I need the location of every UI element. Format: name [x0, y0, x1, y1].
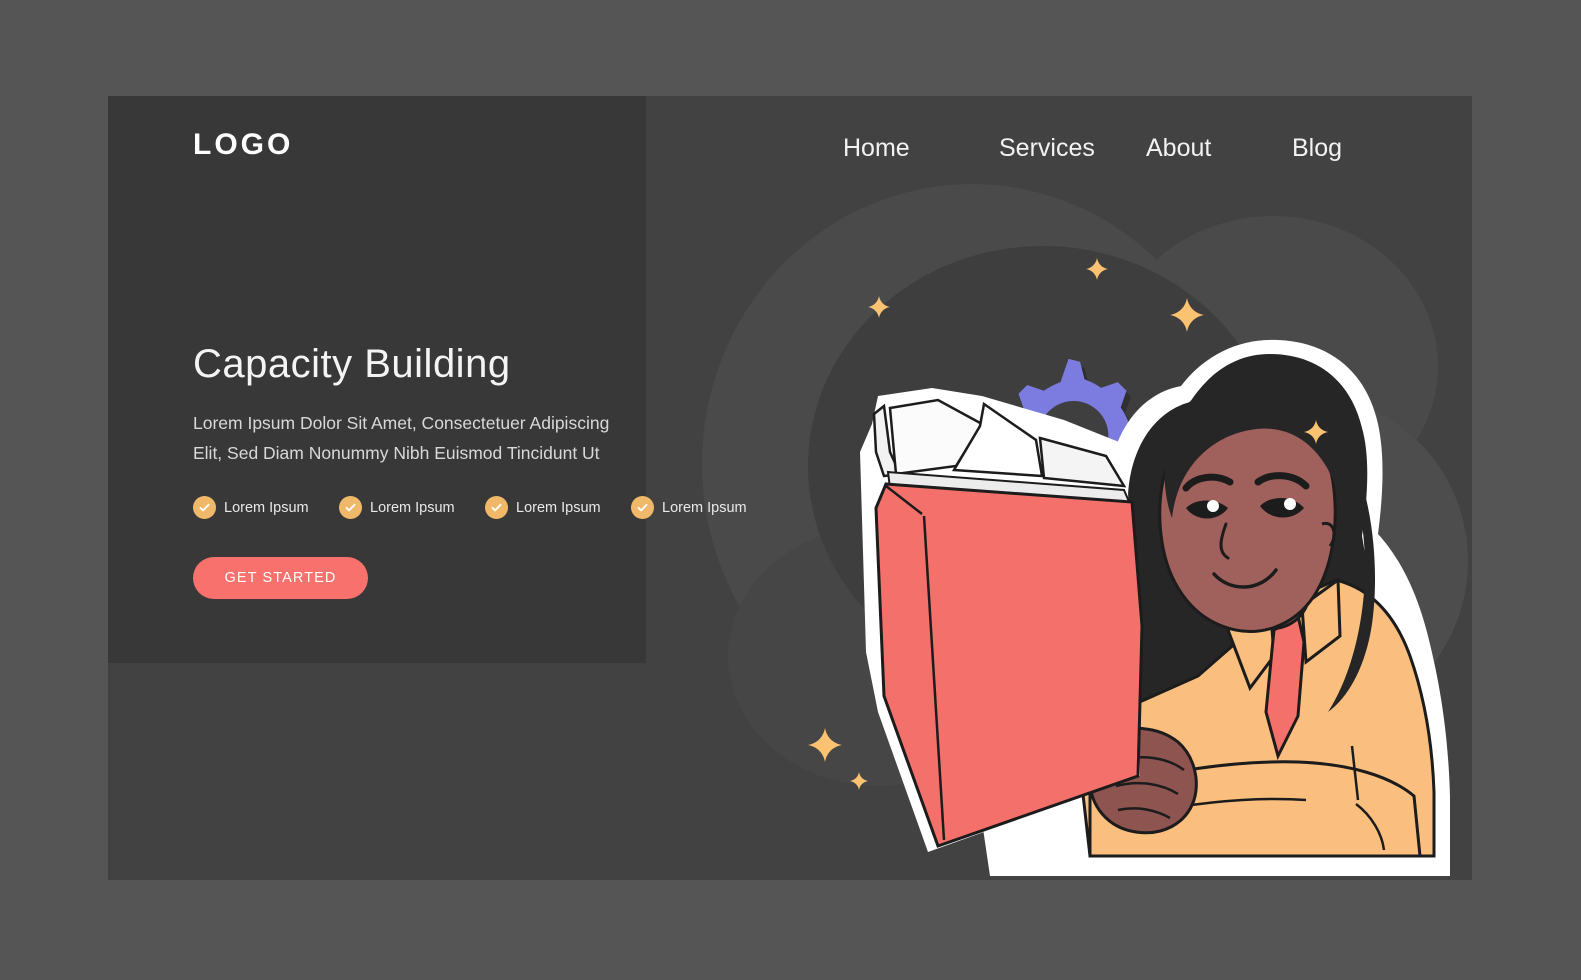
check-circle-icon	[339, 496, 362, 519]
page-title: Capacity Building	[193, 342, 511, 386]
nav-item-home[interactable]: Home	[843, 134, 999, 163]
page-root: LOGO Home Services About Blog Capacity B…	[0, 0, 1581, 980]
feature-item-3[interactable]: Lorem Ipsum	[485, 496, 631, 519]
logo[interactable]: LOGO	[193, 128, 293, 162]
feature-label: Lorem Ipsum	[370, 499, 455, 516]
sparkle-icon	[1170, 298, 1204, 332]
sparkle-icon	[868, 296, 890, 318]
get-started-button[interactable]: GET STARTED	[193, 557, 368, 599]
hero-text-block: Capacity Building Lorem Ipsum Dolor Sit …	[193, 342, 623, 468]
feature-label: Lorem Ipsum	[662, 499, 747, 516]
main-navigation: Home Services About Blog	[843, 134, 1392, 163]
check-circle-icon	[193, 496, 216, 519]
sparkle-icon	[1086, 258, 1108, 280]
sparkle-icon	[1304, 420, 1328, 444]
sparkle-icon	[850, 772, 868, 790]
nav-item-services[interactable]: Services	[999, 134, 1146, 163]
feature-label: Lorem Ipsum	[224, 499, 309, 516]
check-circle-icon	[631, 496, 654, 519]
hero-card: LOGO Home Services About Blog Capacity B…	[108, 96, 1472, 880]
feature-item-1[interactable]: Lorem Ipsum	[193, 496, 339, 519]
nav-item-about[interactable]: About	[1146, 134, 1292, 163]
feature-label: Lorem Ipsum	[516, 499, 601, 516]
nav-item-blog[interactable]: Blog	[1292, 134, 1392, 163]
site-header: LOGO Home Services About Blog	[108, 96, 1472, 216]
sparkle-icon	[808, 728, 842, 762]
open-book	[860, 388, 1144, 852]
feature-item-2[interactable]: Lorem Ipsum	[339, 496, 485, 519]
feature-list: Lorem Ipsum Lorem Ipsum Lorem Ipsum Lore…	[193, 496, 777, 519]
check-circle-icon	[485, 496, 508, 519]
feature-item-4[interactable]: Lorem Ipsum	[631, 496, 777, 519]
hero-subtitle: Lorem Ipsum Dolor Sit Amet, Consectetuer…	[193, 413, 610, 464]
